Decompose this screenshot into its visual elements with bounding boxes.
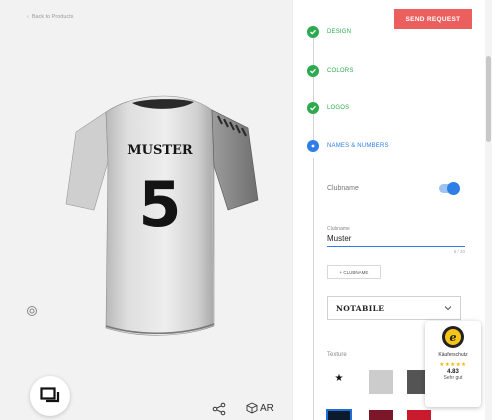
step-connector-line — [313, 38, 314, 140]
chevron-down-icon — [444, 306, 452, 311]
texture-swatch-grey[interactable] — [369, 370, 393, 394]
scrollbar-thumb[interactable] — [486, 56, 491, 142]
rotate-view-icon[interactable] — [26, 305, 38, 317]
product-viewer: ‹ Back to Products MUSTER 5 AR — [0, 0, 292, 420]
font-select[interactable]: NOTABILE — [327, 296, 461, 320]
chat-button[interactable] — [30, 376, 70, 416]
add-clubname-button[interactable]: + CLUBNAME — [327, 265, 381, 279]
share-icon[interactable] — [212, 402, 226, 416]
ar-button[interactable]: AR — [246, 402, 274, 414]
check-icon — [307, 102, 319, 114]
step-number-icon — [307, 140, 319, 152]
jersey-number-text: 5 — [138, 168, 181, 241]
ar-label: AR — [260, 402, 274, 414]
chat-icon — [40, 387, 60, 403]
clubname-toggle-label: Clubname — [327, 185, 359, 192]
chevron-left-icon: ‹ — [27, 14, 29, 20]
font-select-value: NOTABILE — [336, 303, 385, 313]
trust-badge-label: Käuferschutz — [438, 352, 468, 358]
step-design[interactable]: DESIGN — [307, 26, 351, 38]
trust-rating-text: Sehr gut — [443, 375, 463, 381]
clubname-field: Clubname 6 / 20 — [327, 226, 465, 254]
step-logos[interactable]: LOGOS — [307, 102, 349, 114]
jersey-3d-model[interactable]: MUSTER 5 — [62, 86, 262, 348]
color-swatch-navy[interactable] — [326, 409, 352, 420]
check-icon — [307, 26, 319, 38]
color-swatch-red[interactable] — [407, 410, 431, 420]
back-link-label: Back to Products — [31, 14, 74, 20]
check-icon — [307, 65, 319, 77]
step-label: LOGOS — [327, 105, 350, 111]
step-label: DESIGN — [327, 29, 352, 35]
texture-swatch-star[interactable]: ★ — [327, 366, 351, 390]
jersey-name-text: MUSTER — [127, 143, 193, 158]
star-icon: ★ — [334, 372, 344, 384]
clubname-toggle[interactable] — [439, 182, 460, 195]
trusted-shops-seal-icon: e — [442, 326, 464, 348]
texture-label: Texture — [327, 352, 347, 358]
toggle-knob — [447, 182, 460, 195]
trust-stars-icon: ★★★★★ — [439, 362, 467, 368]
send-request-button[interactable]: SEND REQUEST — [394, 9, 472, 29]
step-label: COLORS — [327, 68, 354, 74]
clubname-toggle-row: Clubname — [327, 182, 460, 195]
panel-scrollbar[interactable] — [485, 0, 492, 420]
trusted-shops-badge[interactable]: e Käuferschutz ★★★★★ 4.83 Sehr gut — [425, 321, 481, 407]
cube-icon — [246, 402, 258, 414]
step-label: NAMES & NUMBERS — [327, 143, 389, 149]
step-section-line — [313, 158, 314, 420]
step-names-numbers[interactable]: NAMES & NUMBERS — [307, 140, 389, 152]
step-colors[interactable]: COLORS — [307, 65, 354, 77]
clubname-input[interactable] — [327, 232, 465, 247]
character-counter: 6 / 20 — [453, 249, 465, 254]
back-to-products-link[interactable]: ‹ Back to Products — [27, 14, 73, 20]
color-swatch-maroon[interactable] — [369, 410, 393, 420]
